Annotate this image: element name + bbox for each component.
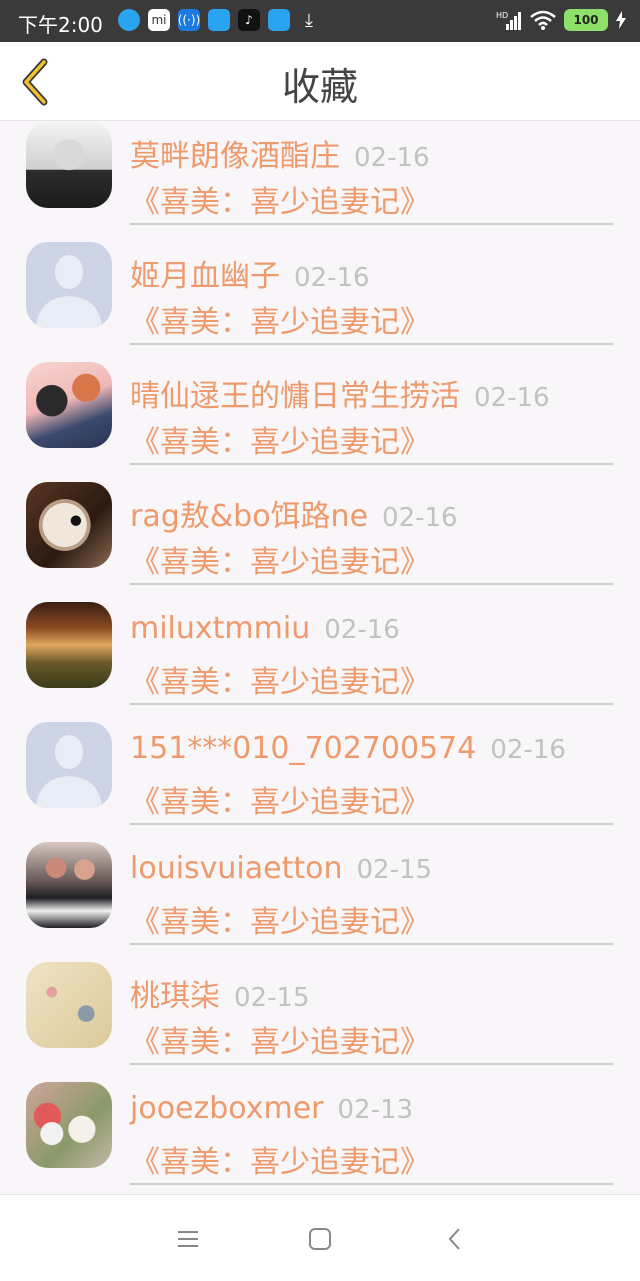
avatar[interactable] xyxy=(26,722,112,808)
download-icon: ⤓ xyxy=(305,9,313,31)
book-title[interactable]: 《喜美：喜少追妻记》 xyxy=(130,417,430,461)
user-name[interactable]: 桃琪柒 xyxy=(130,979,220,1014)
divider xyxy=(130,943,613,945)
book-title[interactable]: 《喜美：喜少追妻记》 xyxy=(130,537,430,581)
status-right: HD 100 xyxy=(496,9,626,31)
home-button[interactable] xyxy=(300,1221,340,1257)
status-time: 下午2:00 xyxy=(18,13,103,37)
divider xyxy=(130,823,613,825)
favorite-date: 02-16 xyxy=(382,503,458,533)
avatar[interactable] xyxy=(26,602,112,688)
list-item[interactable]: louisvuiaetton 02-15 《喜美：喜少追妻记》 xyxy=(0,841,640,961)
book-title[interactable]: 《喜美：喜少追妻记》 xyxy=(130,657,430,701)
favorite-date: 02-15 xyxy=(356,855,433,885)
book-title[interactable]: 《喜美：喜少追妻记》 xyxy=(130,897,430,941)
favorite-date: 02-13 xyxy=(337,1095,414,1125)
divider xyxy=(130,1183,613,1185)
list-item[interactable]: 莫畔朗像酒酯庄 02-16 《喜美：喜少追妻记》 xyxy=(0,121,640,241)
list-item[interactable]: jooezboxmer 02-13 《喜美：喜少追妻记》 xyxy=(0,1081,640,1193)
svg-text:HD: HD xyxy=(496,11,508,20)
status-bar: 下午2:00 mi ((·)) ♪ ⤓ HD 100 xyxy=(0,0,640,42)
favorite-date: 02-16 xyxy=(324,615,400,645)
avatar[interactable] xyxy=(26,122,112,208)
favorite-date: 02-15 xyxy=(234,983,310,1013)
avatar[interactable] xyxy=(26,1082,112,1168)
user-name[interactable]: louisvuiaetton xyxy=(130,851,343,886)
avatar[interactable] xyxy=(26,962,112,1048)
wifi-share-icon: ((·)) xyxy=(178,9,200,31)
user-name[interactable]: 莫畔朗像酒酯庄 xyxy=(130,139,340,174)
avatar[interactable] xyxy=(26,362,112,448)
battery-icon: 100 xyxy=(564,9,608,31)
home-icon xyxy=(309,1228,331,1250)
user-name[interactable]: rag敖&bo饵路ne xyxy=(130,499,368,534)
user-name[interactable]: 姬月血幽子 xyxy=(130,259,280,294)
signal-icon: HD xyxy=(496,11,521,30)
charging-icon xyxy=(616,11,626,29)
menu-icon xyxy=(178,1231,198,1247)
book-title[interactable]: 《喜美：喜少追妻记》 xyxy=(130,177,430,221)
favorite-date: 02-16 xyxy=(490,735,566,765)
tiktok-icon: ♪ xyxy=(238,9,260,31)
divider xyxy=(130,1063,613,1065)
page-title: 收藏 xyxy=(281,65,358,109)
back-icon xyxy=(448,1228,460,1250)
list-item[interactable]: 桃琪柒 02-15 《喜美：喜少追妻记》 xyxy=(0,961,640,1081)
book-title[interactable]: 《喜美：喜少追妻记》 xyxy=(130,1137,430,1181)
back-button[interactable] xyxy=(435,1221,475,1257)
divider xyxy=(130,223,613,225)
default-user-icon xyxy=(36,735,102,808)
divider xyxy=(130,463,613,465)
favorites-list: 莫畔朗像酒酯庄 02-16 《喜美：喜少追妻记》 姬月血幽子 02-16 《喜美：喜… xyxy=(0,121,640,1193)
avatar[interactable] xyxy=(26,242,112,328)
list-item[interactable]: 晴仙逯王的慵日常生捞活 02-16 《喜美：喜少追妻记》 xyxy=(0,361,640,481)
user-name[interactable]: 晴仙逯王的慵日常生捞活 xyxy=(130,379,460,414)
book-title[interactable]: 《喜美：喜少追妻记》 xyxy=(130,297,430,341)
list-item[interactable]: rag敖&bo饵路ne 02-16 《喜美：喜少追妻记》 xyxy=(0,481,640,601)
app-notification-icon xyxy=(118,9,140,31)
header: 收藏 xyxy=(0,42,640,121)
notification-icons: mi ((·)) ♪ ⤓ xyxy=(118,9,320,31)
divider xyxy=(130,343,613,345)
list-item[interactable]: 151***010_702700574 02-16 《喜美：喜少追妻记》 xyxy=(0,721,640,841)
list-item[interactable]: miluxtmmiu 02-16 《喜美：喜少追妻记》 xyxy=(0,601,640,721)
user-name[interactable]: miluxtmmiu xyxy=(130,611,310,646)
app-notification-icon xyxy=(208,9,230,31)
mi-icon: mi xyxy=(148,9,170,31)
favorite-date: 02-16 xyxy=(474,383,550,413)
default-user-icon xyxy=(36,255,102,328)
avatar[interactable] xyxy=(26,482,112,568)
favorite-date: 02-16 xyxy=(294,263,370,293)
app-notification-icon xyxy=(268,9,290,31)
wifi-icon xyxy=(530,10,556,30)
list-item[interactable]: 姬月血幽子 02-16 《喜美：喜少追妻记》 xyxy=(0,241,640,361)
book-title[interactable]: 《喜美：喜少追妻记》 xyxy=(130,777,430,821)
favorite-date: 02-16 xyxy=(354,143,430,173)
system-navigation-bar xyxy=(0,1194,640,1281)
divider xyxy=(130,583,613,585)
divider xyxy=(130,703,613,705)
user-name[interactable]: jooezboxmer xyxy=(130,1091,324,1126)
avatar[interactable] xyxy=(26,842,112,928)
menu-button[interactable] xyxy=(168,1221,208,1257)
book-title[interactable]: 《喜美：喜少追妻记》 xyxy=(130,1017,430,1061)
user-name[interactable]: 151***010_702700574 xyxy=(130,731,476,766)
